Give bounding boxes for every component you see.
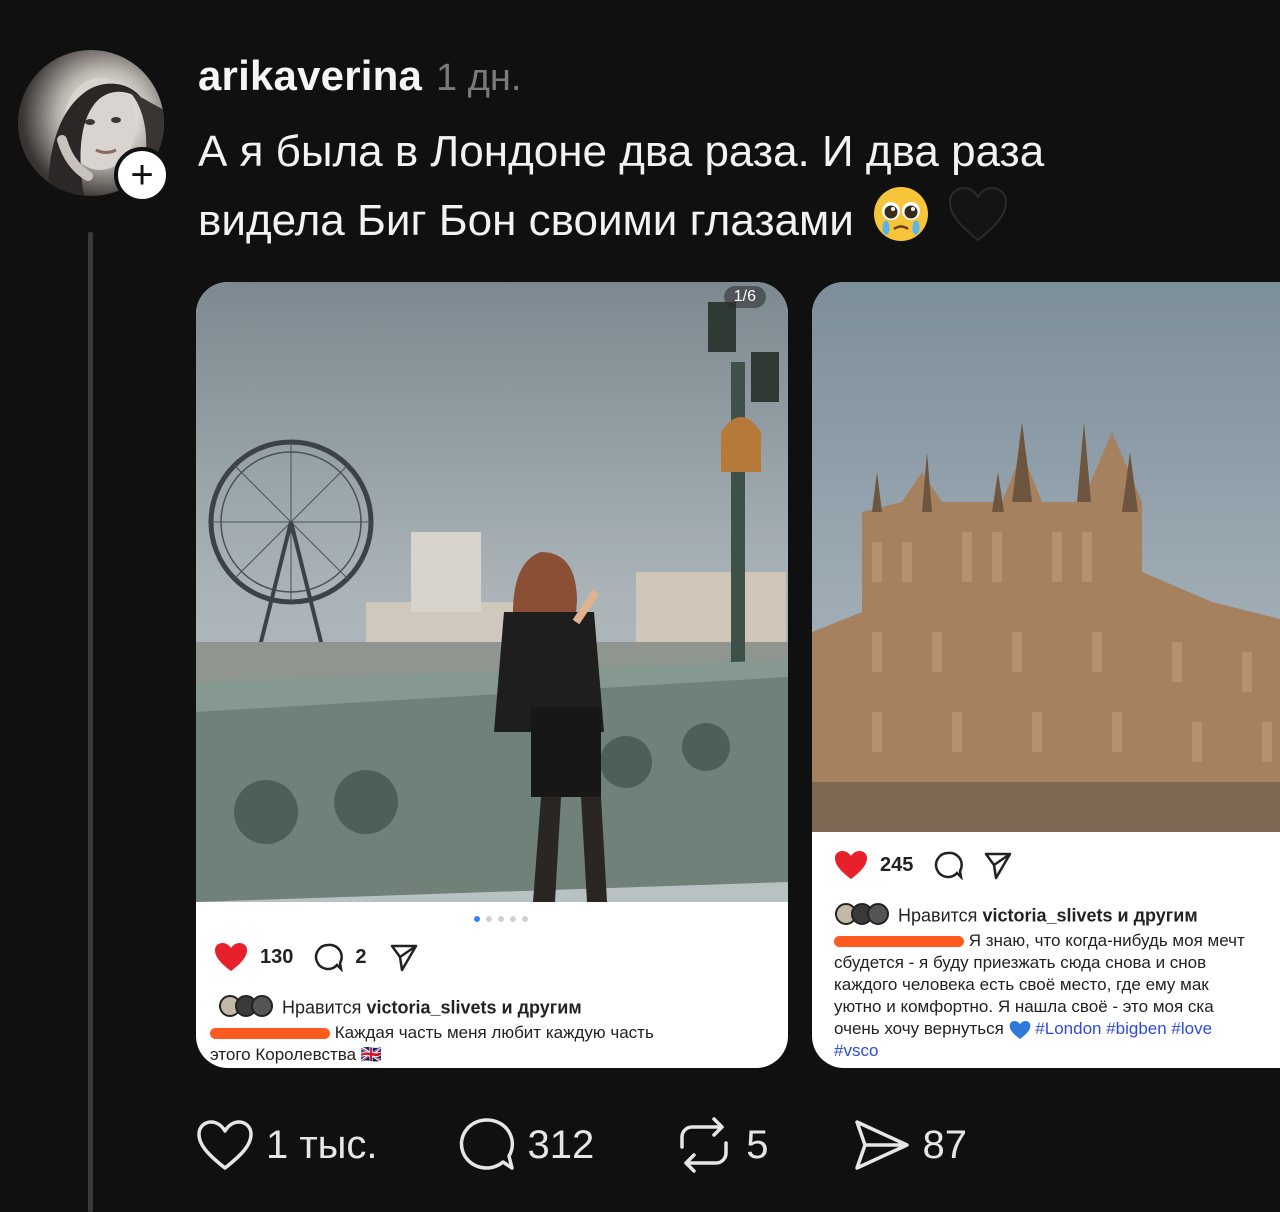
thread-line [88,232,93,1212]
caption-line: этого Королевства [210,1045,357,1064]
liked-by-avatars [218,994,278,1023]
ig-caption-2: Я знаю, что когда-нибудь моя мечт сбудет… [834,930,1280,1062]
ig-liked-by-1: Нравится victoria_slivets и другим [218,994,582,1023]
heart-icon [197,1120,253,1170]
like-button[interactable]: 1 тыс. [196,1119,378,1171]
slide-counter: 1/6 [723,286,766,308]
username[interactable]: arikaverina [198,52,422,100]
send-icon [854,1120,909,1170]
follow-button[interactable]: + [114,147,170,203]
caption-line: Каждая часть меня любит каждую часть [334,1023,654,1042]
ig-actions-2: 245 [834,850,1013,880]
plus-icon: + [130,153,154,197]
liked-by-user[interactable]: victoria_slivets [982,905,1112,925]
post-text-line-1: А я была в Лондоне два раза. И два раза [198,127,1045,176]
caption-line: Я знаю, что когда-нибудь моя мечт [968,931,1245,950]
share-count: 87 [922,1122,968,1167]
london-eye-photo: . [196,282,788,902]
post-text-line-2-content: видела Биг Бон своими глазами [198,196,854,246]
comment-icon[interactable] [933,850,964,880]
ig-liked-by-2: Нравится victoria_slivets и другим [834,902,1198,931]
carousel-dot[interactable] [498,916,504,922]
media-card-2[interactable]: 245 Нравится victoria_slivets и другим Я… [812,282,1280,1068]
reply-count: 312 [527,1122,595,1167]
carousel-dots[interactable] [474,916,528,922]
post-header: arikaverina 1 дн. [198,52,521,100]
repost-count: 5 [746,1122,769,1167]
pleading-face-icon [872,185,930,262]
ig-actions-1: 130 2 [214,942,419,972]
comment-icon [459,1118,514,1170]
liked-by-suffix[interactable]: и другим [1118,905,1198,925]
hashtags[interactable]: #vsco [834,1040,1280,1062]
heart-filled-icon[interactable] [214,942,248,972]
blue-heart-icon [1009,1020,1030,1039]
carousel-dot[interactable] [486,916,492,922]
uk-flag-icon: 🇬🇧 [360,1045,382,1064]
liked-by-user[interactable]: victoria_slivets [366,997,496,1017]
ig-likes-count: 130 [260,945,294,968]
repost-icon [680,1117,729,1173]
caption-line: сбудется - я буду приезжать сюда снова и… [834,953,1207,972]
redaction-mark [834,936,964,948]
carousel-dot[interactable] [474,916,480,922]
send-icon[interactable] [983,850,1013,880]
reply-button[interactable]: 312 [458,1116,595,1174]
carousel-dot[interactable] [522,916,528,922]
ig-caption-1: Каждая часть меня любит каждую часть это… [210,1022,780,1066]
repost-button[interactable]: 5 [674,1117,769,1173]
ig-comments-count: 2 [355,945,367,968]
westminster-photo [812,282,1280,832]
redaction-mark [210,1028,330,1040]
liked-by-prefix: Нравится [898,905,978,926]
like-count: 1 тыс. [266,1122,378,1167]
timestamp[interactable]: 1 дн. [436,57,521,100]
liked-by-avatars [834,902,894,931]
hashtags[interactable]: #London #bigben #love [1035,1019,1212,1038]
caption-line: уютно и комфортно. Я нашла своё - это мо… [834,997,1214,1016]
post-text: А я была в Лондоне два раза. И два раза … [198,118,1198,262]
caption-line: очень хочу вернуться [834,1019,1004,1038]
comment-icon[interactable] [313,942,344,972]
liked-by-prefix: Нравится [282,997,362,1018]
ig-likes-count: 245 [880,853,914,876]
liked-by-suffix[interactable]: и другим [502,997,582,1017]
post-text-line-2: видела Биг Бон своими глазами [198,185,1198,262]
carousel-dot[interactable] [510,916,516,922]
post-actions: 1 тыс. 312 5 87 [196,1112,967,1178]
share-button[interactable]: 87 [853,1118,968,1172]
heart-filled-icon[interactable] [834,850,868,880]
caption-line: каждого человека есть своё место, где ем… [834,975,1209,994]
media-card-1[interactable]: . 1/6 130 2 Нравится victoria_slivets и … [196,282,788,1068]
send-icon[interactable] [389,942,419,972]
black-heart-icon [948,186,1008,261]
